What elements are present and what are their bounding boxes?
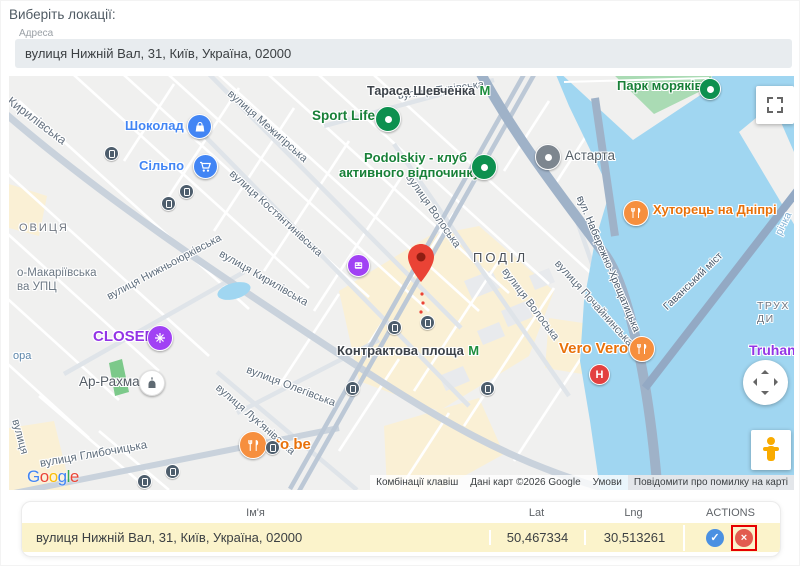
closer-club-icon[interactable]	[147, 325, 173, 351]
metro-station-taras-shevchenko[interactable]: Тараса Шевченка М	[367, 82, 490, 100]
poi-label-khutorets: Хуторець на Дніпрі	[653, 202, 777, 217]
pan-left-icon	[749, 378, 757, 386]
district-label-podil: ПОДІЛ	[473, 250, 528, 265]
transit-stop-icon[interactable]	[137, 474, 152, 489]
poi-label-silpo: Сільпо	[139, 158, 184, 173]
row-lat-cell: 50,467334	[489, 530, 584, 545]
location-marker-pin[interactable]	[408, 244, 434, 282]
map-data-attribution: Дані карт ©2026 Google	[464, 475, 586, 490]
transit-stop-icon[interactable]	[104, 146, 119, 161]
restaurant-icon[interactable]	[623, 200, 649, 226]
district-label-yurkovytsia: ОВИЦЯ	[19, 222, 69, 234]
transit-stop-icon[interactable]	[179, 184, 194, 199]
poi-label-park-moryakiv: Парк моряків	[617, 78, 702, 93]
street-view-pegman-button[interactable]	[751, 430, 791, 470]
church-label: о-Макаріївська ва УПЦ	[17, 266, 97, 294]
poi-label-to-be: to be	[275, 436, 311, 453]
location-picker-page: Виберіть локації: Адреса	[0, 0, 800, 566]
confirm-location-button[interactable]: ✓	[706, 529, 724, 547]
map-attribution-bar: Комбінації клавіш Дані карт ©2026 Google…	[370, 475, 794, 490]
column-header-name: Ім'я	[22, 507, 489, 519]
hospital-icon[interactable]: H	[589, 364, 610, 385]
island-label-truhaniv: Truhani	[749, 342, 794, 358]
address-input[interactable]	[15, 39, 792, 68]
poi-label-ar-rahma: Ар-Рахма	[79, 374, 140, 389]
poi-label-vero-vero: Vero Vero	[559, 340, 628, 357]
poi-label-sport-life: Sport Life	[312, 108, 375, 123]
mosque-icon[interactable]	[139, 370, 165, 396]
address-field-label: Адреса	[19, 28, 53, 39]
locations-table: Ім'я Lat Lng ACTIONS вулиця Нижній Вал, …	[21, 501, 781, 557]
fullscreen-icon	[767, 97, 773, 103]
transit-stop-icon[interactable]	[165, 464, 180, 479]
google-logo[interactable]: Google	[27, 467, 79, 487]
metro-station-kontraktova[interactable]: Контрактова площа М	[337, 342, 479, 360]
page-title: Виберіть локації:	[9, 7, 116, 22]
keyboard-shortcuts-link[interactable]: Комбінації клавіш	[370, 475, 464, 490]
metro-m-icon: М	[468, 343, 479, 358]
pan-right-icon	[774, 378, 782, 386]
club-poi-icon[interactable]	[471, 154, 497, 180]
table-header-row: Ім'я Lat Lng ACTIONS	[22, 502, 780, 523]
transit-stop-icon[interactable]	[161, 196, 176, 211]
report-map-error-link[interactable]: Повідомити про помилку на карті	[628, 475, 794, 490]
transit-stop-icon[interactable]	[345, 381, 360, 396]
shopping-cart-icon[interactable]	[193, 154, 218, 179]
gym-poi-icon[interactable]	[375, 106, 401, 132]
column-header-lat: Lat	[489, 507, 584, 519]
transit-stop-icon[interactable]	[387, 320, 402, 335]
delete-location-button[interactable]: ×	[735, 529, 753, 547]
hill-label: ора	[13, 350, 31, 362]
table-row[interactable]: вулиця Нижній Вал, 31, Київ, Україна, 02…	[22, 523, 780, 552]
pan-up-icon	[761, 366, 769, 374]
metro-m-icon: М	[480, 83, 491, 98]
row-name-cell: вулиця Нижній Вал, 31, Київ, Україна, 02…	[22, 530, 489, 545]
pan-control[interactable]	[743, 360, 788, 405]
pegman-icon	[762, 437, 780, 463]
fullscreen-button[interactable]	[756, 86, 794, 124]
poi-label-astarta: Астарта	[565, 148, 615, 163]
terms-link[interactable]: Умови	[587, 475, 628, 490]
astarta-poi-icon[interactable]	[535, 144, 561, 170]
row-actions-cell: ✓ ×	[683, 525, 778, 551]
column-header-actions: ACTIONS	[683, 507, 778, 519]
annotation-highlight-box: ×	[731, 525, 757, 551]
park-poi-icon[interactable]	[699, 78, 721, 100]
district-label-truhaniv: ТРУХ ДИ	[757, 300, 790, 326]
transit-stop-icon[interactable]	[265, 440, 280, 455]
poi-label-shokolad: Шоколад	[125, 118, 184, 133]
restaurant-icon[interactable]	[629, 336, 655, 362]
shopping-bag-icon[interactable]	[187, 114, 212, 139]
theater-icon[interactable]	[347, 254, 370, 277]
poi-label-podolskiy: Podolskiy - клуб активного відпочинку	[339, 150, 467, 180]
transit-stop-icon[interactable]	[480, 381, 495, 396]
row-lng-cell: 30,513261	[584, 530, 683, 545]
column-header-lng: Lng	[584, 507, 683, 519]
google-map[interactable]: ОВИЦЯ ПОДІЛ ТРУХ ДИ Truhani о-Макаріївсь…	[9, 76, 794, 490]
pan-down-icon	[761, 391, 769, 399]
transit-stop-icon[interactable]	[420, 315, 435, 330]
restaurant-icon[interactable]	[239, 431, 267, 459]
